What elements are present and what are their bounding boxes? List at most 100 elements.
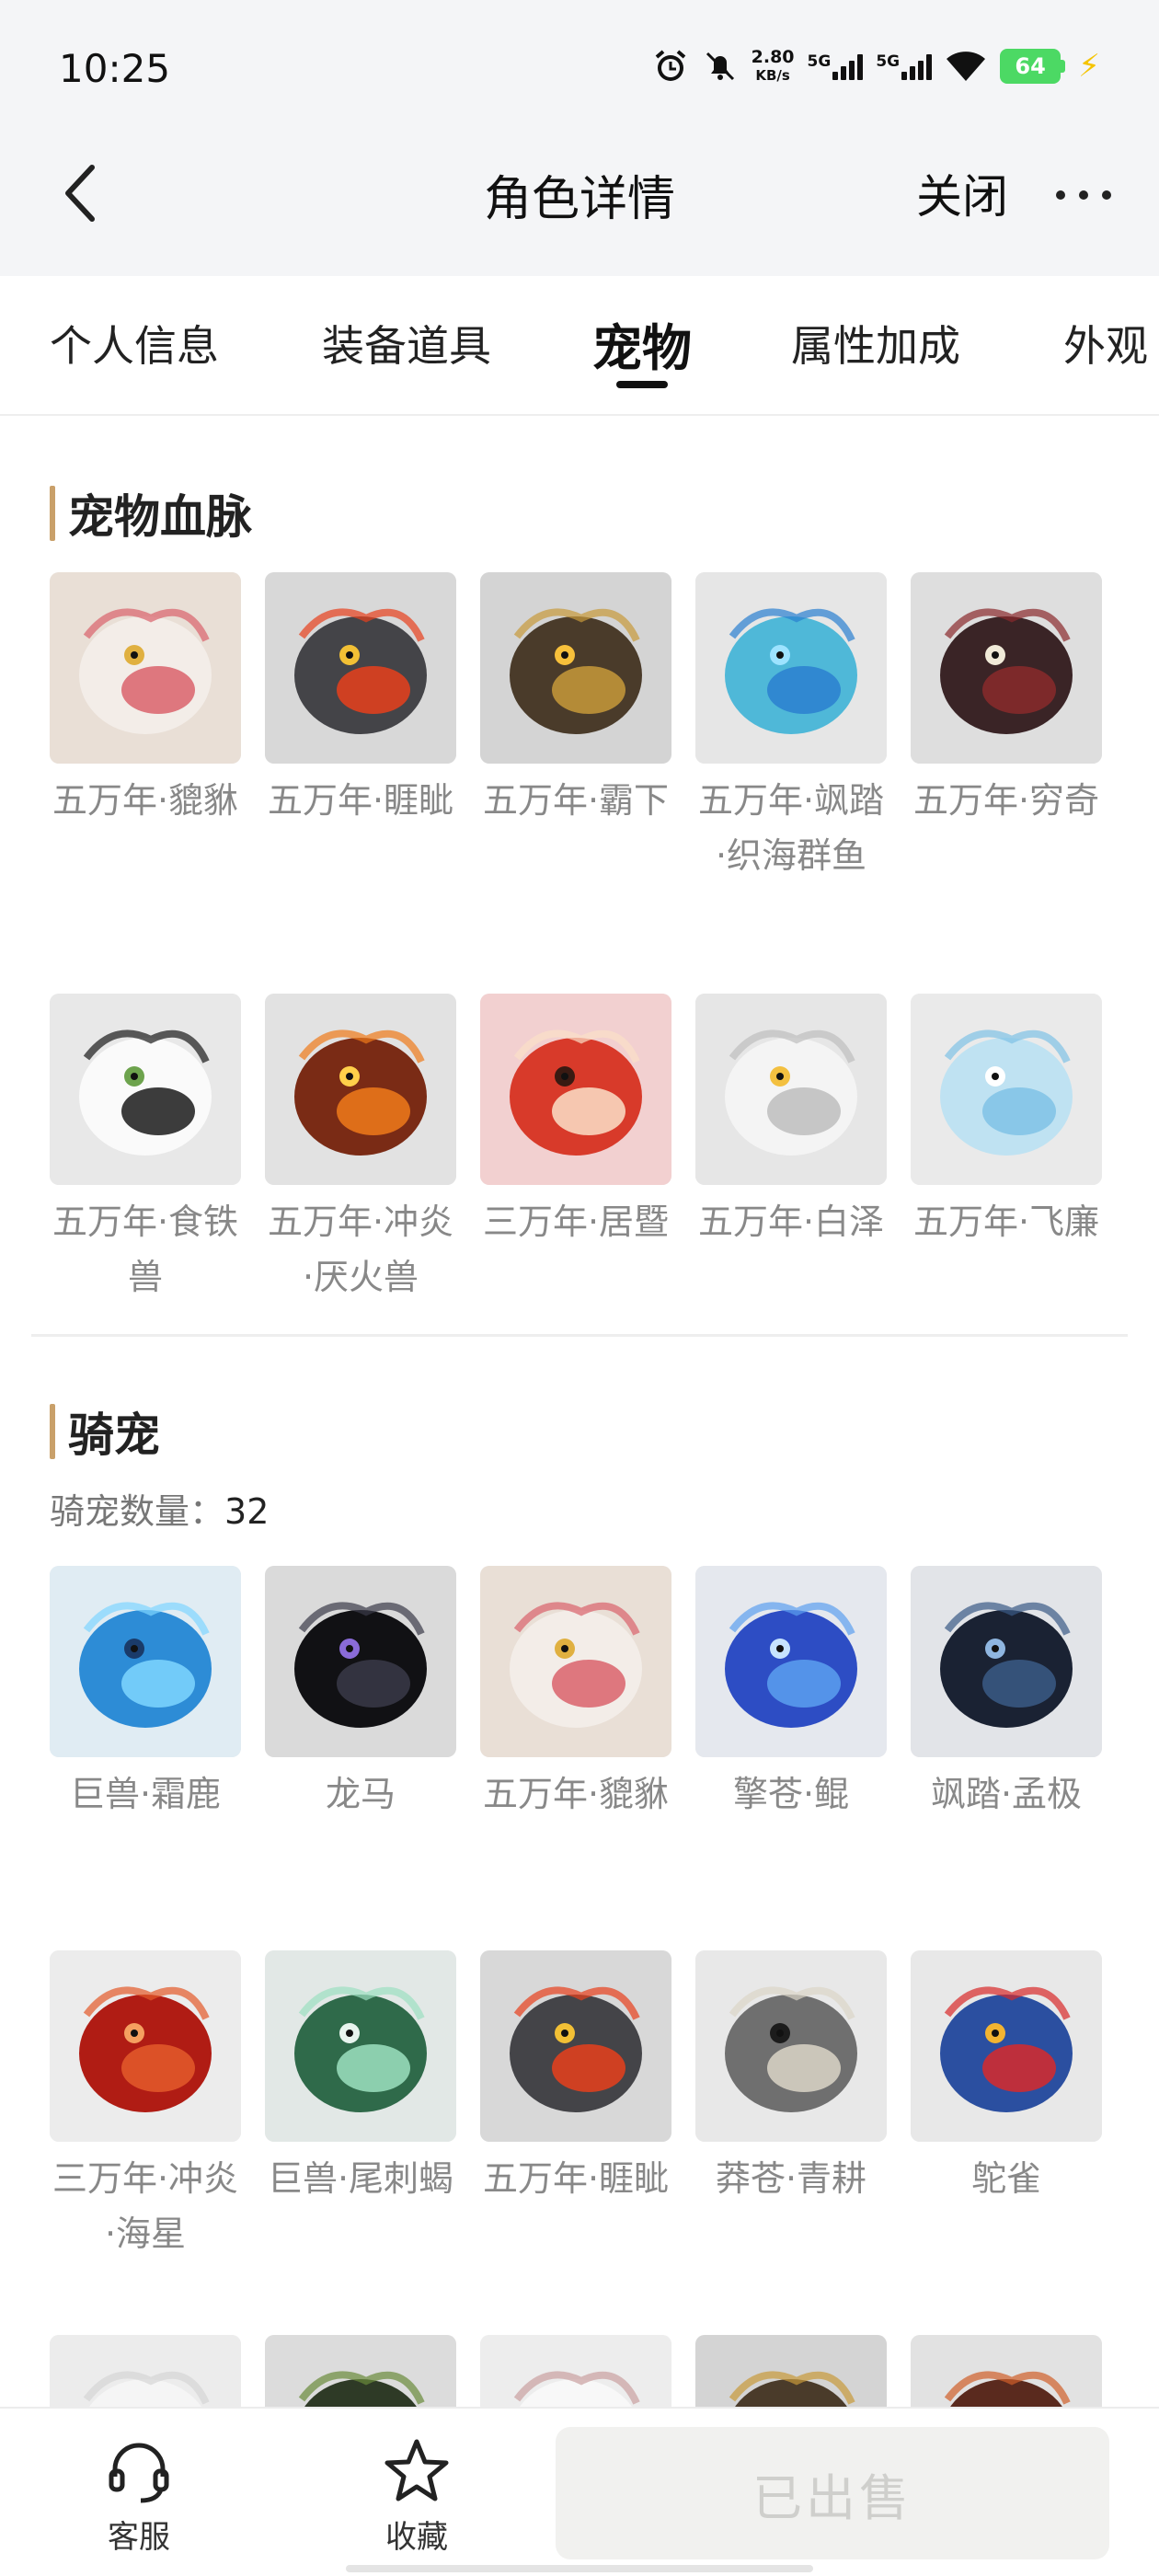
mount-label: 五万年·睚眦 (482, 2158, 670, 2199)
wifi-icon (947, 52, 986, 81)
grey-bird-icon (695, 1950, 887, 2142)
net-speed: 2.80 KB/s (751, 47, 795, 84)
dragon-red-eye-icon (480, 1950, 671, 2142)
mount-card[interactable]: 五万年·貔貅 (480, 1566, 671, 1822)
pixiu-lion-icon (50, 572, 241, 764)
pet-thumbnail (265, 572, 456, 764)
pixiu-lion-icon (480, 1566, 671, 1757)
status-bar: 10:25 2.80 KB/s 5G 5G 64 ⚡ (0, 0, 1159, 138)
pet-thumbnail (50, 572, 241, 764)
mount-label: 五万年·貔貅 (482, 1774, 670, 1814)
mount-label: 飒踏·孟极 (930, 1774, 1083, 1814)
tab-equipment[interactable]: 装备道具 (322, 313, 491, 374)
customer-service-button[interactable]: 客服 (79, 2434, 199, 2557)
blue-whale-icon (695, 1566, 887, 1757)
more-menu-button[interactable] (1056, 177, 1111, 213)
pet-thumbnail (911, 994, 1102, 1185)
mount-label: 巨兽·霜鹿 (69, 1774, 222, 1814)
fire-beast-icon (265, 994, 456, 1185)
ice-bird-icon (911, 994, 1102, 1185)
mount-label: 巨兽·尾刺蝎 (267, 2158, 454, 2199)
red-fox-icon (480, 994, 671, 1185)
tab-pets[interactable]: 宠物 (592, 307, 692, 380)
starfish-icon (50, 1950, 241, 2142)
pet-thumbnail (480, 994, 671, 1185)
pet-card[interactable]: 三万年·居暨 (480, 994, 671, 1249)
mount-thumbnail (50, 1950, 241, 2142)
mount-card[interactable]: 龙马 (265, 1566, 456, 1822)
mute-bell-icon (706, 52, 734, 81)
status-time: 10:25 (59, 46, 171, 91)
mount-card[interactable]: 擎苍·鲲 (695, 1566, 887, 1822)
eagle-icon (911, 1950, 1102, 2142)
mount-card[interactable]: 巨兽·尾刺蝎 (265, 1950, 456, 2206)
pet-card[interactable]: 五万年·冲炎·厌火兽 (265, 994, 456, 1305)
mount-card[interactable]: 飒踏·孟极 (911, 1566, 1102, 1822)
scorpion-icon (265, 1950, 456, 2142)
active-tab-indicator (616, 381, 668, 388)
pet-label: 五万年·食铁兽 (52, 1202, 239, 1297)
sold-status-button[interactable]: 已出售 (556, 2427, 1109, 2559)
ice-dragon-icon (50, 1566, 241, 1757)
mount-label: 擎苍·鲲 (732, 1774, 850, 1814)
tusk-beast-icon (911, 572, 1102, 764)
pet-card[interactable]: 五万年·霸下 (480, 572, 671, 828)
mount-thumbnail (695, 1950, 887, 2142)
favorite-button[interactable]: 收藏 (357, 2434, 476, 2557)
flying-fish-icon (695, 572, 887, 764)
mount-thumbnail (911, 1950, 1102, 2142)
mount-card[interactable]: 巨兽·霜鹿 (50, 1566, 241, 1822)
pet-card[interactable]: 五万年·白泽 (695, 994, 887, 1249)
signal-bars-icon (832, 52, 864, 80)
tab-personal-info[interactable]: 个人信息 (50, 313, 219, 374)
tab-attribute-bonus[interactable]: 属性加成 (791, 313, 960, 374)
pet-card[interactable]: 五万年·飞廉 (911, 994, 1102, 1249)
mount-card[interactable]: 三万年·冲炎·海星 (50, 1950, 241, 2261)
black-dragon-icon (265, 1566, 456, 1757)
bottom-action-bar: 客服 收藏 已出售 (0, 2407, 1159, 2576)
pet-card[interactable]: 五万年·穷奇 (911, 572, 1102, 828)
mount-thumbnail (480, 1950, 671, 2142)
pet-card[interactable]: 五万年·睚眦 (265, 572, 456, 828)
pet-label: 五万年·飞廉 (912, 1202, 1100, 1242)
pet-thumbnail (911, 572, 1102, 764)
pet-thumbnail (695, 572, 887, 764)
star-icon (384, 2439, 449, 2501)
mount-card[interactable]: 鸵雀 (911, 1950, 1102, 2206)
white-cat-icon (695, 994, 887, 1185)
pet-card[interactable]: 五万年·飒踏·织海群鱼 (695, 572, 887, 883)
mount-card[interactable]: 莽苍·青耕 (695, 1950, 887, 2206)
mount-thumbnail (265, 1566, 456, 1757)
headset-icon (109, 2443, 169, 2503)
mount-label: 鸵雀 (970, 2158, 1041, 2199)
mount-label: 龙马 (325, 1774, 396, 1814)
close-button[interactable]: 关闭 (916, 160, 1008, 226)
pet-thumbnail (695, 994, 887, 1185)
section-divider (31, 1334, 1128, 1337)
signal-bars-icon (901, 52, 933, 80)
pet-label: 五万年·白泽 (697, 1202, 885, 1242)
pet-card[interactable]: 五万年·食铁兽 (50, 994, 241, 1305)
tab-appearance[interactable]: 外观 (1063, 313, 1148, 374)
alarm-icon (655, 50, 685, 81)
pet-thumbnail (480, 572, 671, 764)
app-header: 角色详情 关闭 (0, 138, 1159, 276)
pet-label: 五万年·霸下 (482, 780, 670, 821)
mount-thumbnail (265, 1950, 456, 2142)
status-icons: 2.80 KB/s 5G 5G 64 ⚡ (652, 48, 1100, 85)
signal-2: 5G (876, 52, 933, 80)
mount-section-title: 骑宠 (50, 1398, 160, 1465)
pet-card[interactable]: 五万年·貔貅 (50, 572, 241, 828)
mount-thumbnail (695, 1566, 887, 1757)
signal-1: 5G (808, 52, 864, 80)
battery-icon: 64 (1000, 49, 1066, 84)
mount-card[interactable]: 五万年·睚眦 (480, 1950, 671, 2206)
dark-bird-icon (911, 1566, 1102, 1757)
pet-thumbnail (265, 994, 456, 1185)
mount-label: 莽苍·青耕 (715, 2158, 867, 2199)
mount-thumbnail (50, 1566, 241, 1757)
charging-icon: ⚡ (1078, 48, 1100, 85)
pet-label: 五万年·穷奇 (912, 780, 1100, 821)
pet-label: 三万年·居暨 (482, 1202, 670, 1242)
tab-bar: 个人信息 装备道具 宠物 属性加成 外观 (0, 276, 1159, 416)
